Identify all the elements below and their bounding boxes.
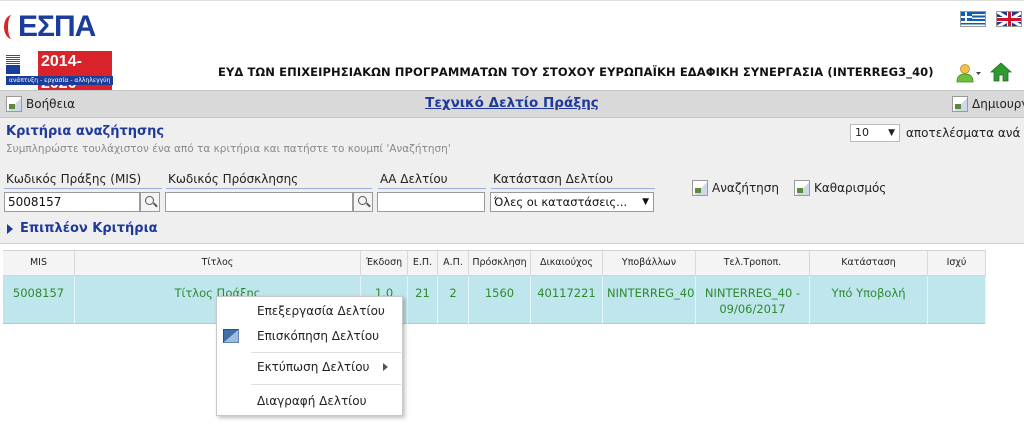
menu-item-delete-label: Διαγραφή Δελτίου xyxy=(257,394,367,408)
search-criteria-panel: Κριτήρια αναζήτησης Συμπληρώστε τουλάχισ… xyxy=(0,118,1024,214)
page-size-select[interactable]: 10 ▼ xyxy=(850,124,900,142)
cell-ep: 21 xyxy=(408,276,438,324)
clear-button-label: Καθαρισμός xyxy=(814,181,887,195)
search-button-label: Αναζήτηση xyxy=(712,181,779,195)
column-header-status[interactable]: Κατάσταση xyxy=(810,251,928,277)
call-code-field-label: Κωδικός Πρόσκλησης xyxy=(166,172,372,189)
menu-item-delete[interactable]: Διαγραφή Δελτίου xyxy=(217,389,402,413)
row-context-menu: Επεξεργασία Δελτίου Επισκόπηση Δελτίου Ε… xyxy=(216,296,403,416)
cell-last-modification: NINTERREG_40 - 09/06/2017 xyxy=(696,276,810,324)
per-page-label: αποτελέσματα ανά σ xyxy=(906,126,1024,140)
mis-input[interactable]: 5008157 xyxy=(4,192,140,212)
search-criteria-title: Κριτήρια αναζήτησης xyxy=(6,124,165,139)
menu-item-edit[interactable]: Επεξεργασία Δελτίου xyxy=(217,299,402,323)
search-icon xyxy=(692,180,708,196)
clear-button[interactable]: Καθαρισμός xyxy=(794,180,886,196)
cell-status: Υπό Υποβολή xyxy=(810,276,928,324)
uk-flag-icon[interactable] xyxy=(996,11,1022,27)
column-header-submitter[interactable]: Υποβάλλων xyxy=(603,251,696,277)
organization-title: ΕΥΔ ΤΩΝ ΕΠΙΧΕΙΡΗΣΙΑΚΩΝ ΠΡΟΓΡΑΜΜΑΤΩΝ ΤΟΥ … xyxy=(218,65,934,79)
more-criteria-toggle[interactable]: Επιπλέον Κριτήρια xyxy=(0,214,1024,244)
aa-input[interactable] xyxy=(377,192,485,212)
submenu-arrow-icon xyxy=(383,363,388,371)
logo-brand: ΕΣΠΑ xyxy=(18,10,96,43)
chevron-down-icon: ▼ xyxy=(642,197,649,207)
cell-mis: 5008157 xyxy=(3,276,75,324)
status-select-value: Όλες οι καταστάσεις... xyxy=(494,195,628,209)
page-size-value: 10 xyxy=(855,126,869,139)
menu-item-print[interactable]: Εκτύπωση Δελτίου xyxy=(217,355,402,379)
logo-slogan: ανάπτυξη - εργασία - αλληλεγγύη xyxy=(6,76,114,85)
greek-flag-icon[interactable] xyxy=(960,11,986,27)
cell-ap: 2 xyxy=(438,276,469,324)
logo-flags-icon xyxy=(6,55,36,74)
cell-beneficiary: 40117221 xyxy=(531,276,603,324)
search-button[interactable]: Αναζήτηση xyxy=(692,180,779,196)
mis-field-label: Κωδικός Πράξης (MIS) xyxy=(4,172,162,189)
cell-last-modification-user: NINTERREG_40 - xyxy=(704,286,801,300)
column-header-mis[interactable]: MIS xyxy=(3,251,75,277)
table-row[interactable]: 5008157 Τίτλος Πράξης 1.0 21 2 1560 4011… xyxy=(3,276,986,324)
menu-separator xyxy=(251,384,401,385)
create-icon xyxy=(952,96,968,112)
home-icon[interactable] xyxy=(990,61,1012,83)
create-button[interactable]: Δημιουργί xyxy=(952,96,1024,112)
menu-item-edit-label: Επεξεργασία Δελτίου xyxy=(257,304,385,318)
status-field-label: Κατάσταση Δελτίου xyxy=(491,172,655,189)
cell-validity xyxy=(928,276,986,324)
column-header-validity[interactable]: Ισχύ xyxy=(928,251,986,277)
create-label: Δημιουργί xyxy=(972,97,1024,111)
expand-arrow-icon xyxy=(7,224,13,234)
menu-separator xyxy=(251,352,401,353)
menu-item-print-label: Εκτύπωση Δελτίου xyxy=(257,360,370,374)
espa-logo: ΕΣΠΑ 2014-2020 ανάπτυξη - εργασία - αλλη… xyxy=(4,10,114,95)
clear-icon xyxy=(794,180,810,196)
column-header-call[interactable]: Πρόσκληση xyxy=(469,251,531,277)
mis-lookup-search-icon[interactable] xyxy=(140,192,160,212)
preview-icon xyxy=(223,329,239,343)
menu-item-view-label: Επισκόπηση Δελτίου xyxy=(257,329,380,343)
page-title[interactable]: Τεχνικό Δελτίο Πράξης xyxy=(0,95,1024,111)
logo-years: 2014-2020 xyxy=(38,51,112,95)
user-icon[interactable] xyxy=(956,63,982,83)
column-header-ap[interactable]: Α.Π. xyxy=(438,251,469,277)
column-header-ep[interactable]: Ε.Π. xyxy=(408,251,438,277)
table-header: MIS Τίτλος Έκδοση Ε.Π. Α.Π. Πρόσκληση Δι… xyxy=(3,250,986,277)
cell-call: 1560 xyxy=(469,276,531,324)
call-lookup-search-icon[interactable] xyxy=(353,192,373,212)
status-select[interactable]: Όλες οι καταστάσεις... ▼ xyxy=(490,192,654,212)
column-header-beneficiary[interactable]: Δικαιούχος xyxy=(531,251,603,277)
menu-item-view[interactable]: Επισκόπηση Δελτίου xyxy=(217,324,402,348)
cell-submitter: NINTERREG_40 xyxy=(603,276,696,324)
chevron-down-icon: ▼ xyxy=(888,128,895,138)
column-header-version[interactable]: Έκδοση xyxy=(361,251,408,277)
main-toolbar: Βοήθεια Τεχνικό Δελτίο Πράξης Δημιουργί xyxy=(0,90,1024,118)
column-header-title[interactable]: Τίτλος xyxy=(75,251,361,277)
more-criteria-label: Επιπλέον Κριτήρια xyxy=(20,221,158,236)
search-criteria-hint: Συμπληρώστε τουλάχιστον ένα από τα κριτή… xyxy=(6,143,451,155)
call-code-input[interactable] xyxy=(165,192,353,212)
app-header: ΕΣΠΑ 2014-2020 ανάπτυξη - εργασία - αλλη… xyxy=(0,0,1024,95)
cell-last-modification-date: 09/06/2017 xyxy=(719,302,786,316)
aa-field-label: ΑΑ Δελτίου xyxy=(378,172,486,189)
column-header-last-modification[interactable]: Τελ.Τροποπ. xyxy=(696,251,810,277)
